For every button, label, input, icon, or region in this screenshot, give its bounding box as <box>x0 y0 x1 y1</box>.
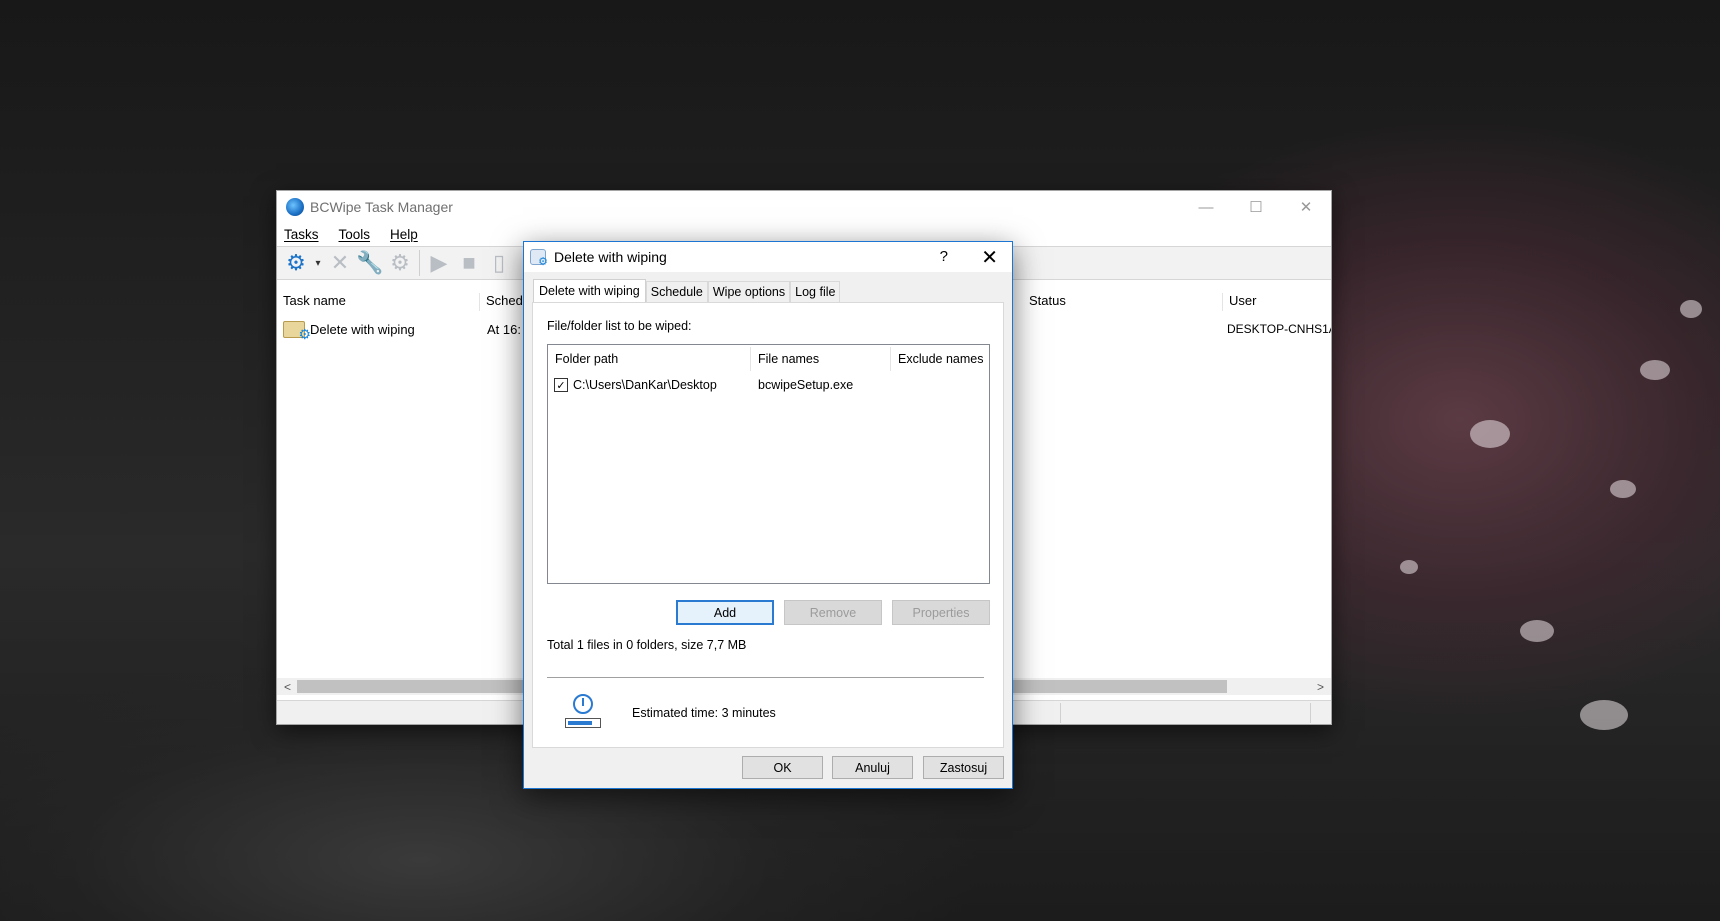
play-icon[interactable]: ▶ <box>424 249 454 277</box>
scroll-left-icon[interactable]: < <box>279 678 296 695</box>
divider <box>547 677 984 678</box>
task-folder-gear-icon: ⚙ <box>283 318 311 342</box>
tab-schedule[interactable]: Schedule <box>645 281 708 302</box>
column-exclude-names[interactable]: Exclude names <box>891 347 989 371</box>
task-schedule-cell: At 16: <box>487 322 521 337</box>
remove-button[interactable]: Remove <box>784 600 882 625</box>
gear-settings-icon[interactable]: ⚙ <box>385 249 415 277</box>
dropdown-arrow-icon[interactable]: ▾ <box>311 249 325 277</box>
file-list-header: Folder path File names Exclude names <box>548 345 989 371</box>
cancel-button[interactable]: Anuluj <box>832 756 913 779</box>
summary-text: Total 1 files in 0 folders, size 7,7 MB <box>547 638 747 652</box>
dialog-close-button[interactable]: ✕ <box>981 245 998 270</box>
menu-help[interactable]: Help <box>390 227 418 242</box>
scroll-right-icon[interactable]: > <box>1312 678 1329 695</box>
delete-x-icon[interactable]: ✕ <box>325 249 355 277</box>
task-gear-icon <box>530 249 548 268</box>
wallpaper-drop <box>1400 560 1418 574</box>
item-checkbox[interactable]: ✓ <box>554 378 568 392</box>
menu-tasks[interactable]: Tasks <box>284 227 319 242</box>
column-user[interactable]: User <box>1223 293 1333 311</box>
dialog-titlebar: Delete with wiping ? ✕ <box>524 242 1012 272</box>
maximize-button[interactable]: ☐ <box>1231 191 1281 223</box>
document-icon[interactable]: ▯ <box>484 249 514 277</box>
window-controls: — ☐ ✕ <box>1181 191 1331 223</box>
main-titlebar: BCWipe Task Manager — ☐ ✕ <box>277 191 1331 223</box>
ok-button[interactable]: OK <box>742 756 823 779</box>
menu-tools[interactable]: Tools <box>339 227 371 242</box>
wallpaper-drop <box>1610 480 1636 498</box>
minimize-button[interactable]: — <box>1181 191 1231 223</box>
estimated-time-clock-icon <box>565 694 601 730</box>
task-row[interactable]: ⚙ Delete with wiping <box>283 317 415 342</box>
task-name-cell: Delete with wiping <box>310 321 415 337</box>
file-names-cell: bcwipeSetup.exe <box>758 378 854 392</box>
list-item[interactable]: ✓ C:\Users\DanKar\Desktop <box>554 375 717 395</box>
wallpaper-drop <box>1640 360 1670 380</box>
estimated-time-text: Estimated time: 3 minutes <box>632 706 776 720</box>
file-folder-list[interactable]: Folder path File names Exclude names ✓ C… <box>547 344 990 584</box>
task-user-cell: DESKTOP-CNHS1A\ <box>1227 322 1331 336</box>
column-status[interactable]: Status <box>1023 293 1223 311</box>
column-folder-path[interactable]: Folder path <box>548 347 751 371</box>
toolbar-separator <box>419 250 420 276</box>
bcwipe-app-icon <box>286 198 304 216</box>
delete-with-wiping-dialog: Delete with wiping ? ✕ Delete with wipin… <box>523 241 1013 789</box>
add-button[interactable]: Add <box>676 600 774 625</box>
help-button[interactable]: ? <box>940 248 948 265</box>
apply-button[interactable]: Zastosuj <box>923 756 1004 779</box>
tab-log-file[interactable]: Log file <box>790 281 841 302</box>
tab-panel: File/folder list to be wiped: Folder pat… <box>532 302 1004 748</box>
column-file-names[interactable]: File names <box>751 347 891 371</box>
tab-delete-with-wiping[interactable]: Delete with wiping <box>533 279 646 302</box>
new-task-gear-icon[interactable]: ⚙ <box>281 249 311 277</box>
wallpaper-drop <box>1470 420 1510 448</box>
wrench-icon[interactable]: 🔧 <box>355 249 385 277</box>
status-segment <box>1061 703 1311 723</box>
properties-button[interactable]: Properties <box>892 600 990 625</box>
folder-path-cell: C:\Users\DanKar\Desktop <box>573 378 717 392</box>
stop-icon[interactable]: ■ <box>454 249 484 277</box>
close-button[interactable]: ✕ <box>1281 191 1331 223</box>
file-list-label: File/folder list to be wiped: <box>547 319 692 333</box>
main-window-title: BCWipe Task Manager <box>310 199 453 215</box>
wallpaper-drop <box>1520 620 1554 642</box>
tab-wipe-options[interactable]: Wipe options <box>707 281 791 302</box>
dialog-title: Delete with wiping <box>554 249 667 265</box>
wallpaper-drop <box>1580 700 1628 730</box>
column-task-name[interactable]: Task name <box>277 293 480 311</box>
dialog-tabs: Delete with wiping Schedule Wipe options… <box>533 279 841 302</box>
wallpaper-drop <box>1680 300 1702 318</box>
